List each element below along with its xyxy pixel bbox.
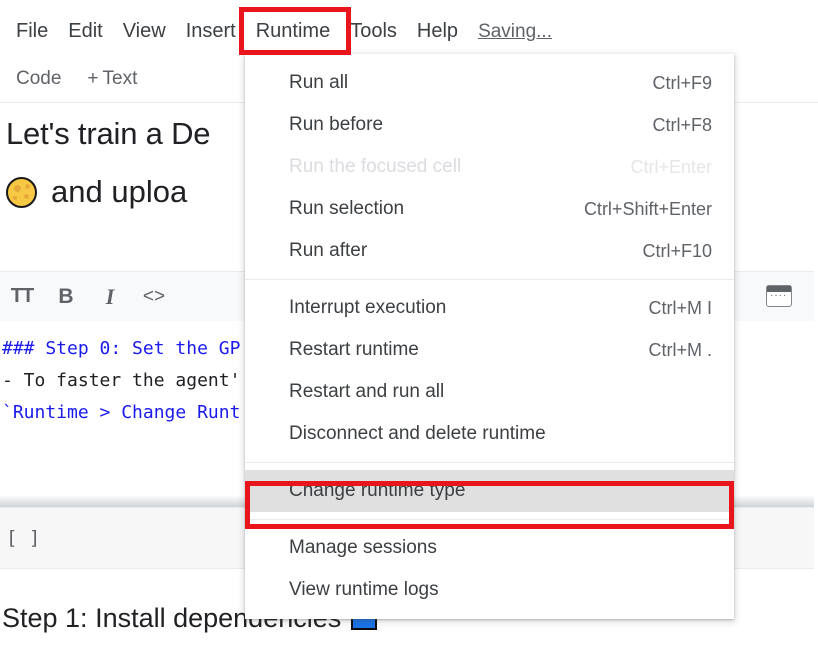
code-icon[interactable]: <> — [132, 286, 176, 308]
menubar-item-view[interactable]: View — [113, 16, 176, 47]
menu-item-disconnect-and-delete-runtime-label: Disconnect and delete runtime — [289, 423, 546, 444]
bold-icon[interactable]: B — [44, 285, 88, 309]
add-code-cell-button[interactable]: Code — [6, 66, 71, 92]
menu-item-run-all[interactable]: Run all Ctrl+F9 — [245, 62, 734, 104]
menu-item-disconnect-and-delete-runtime[interactable]: Disconnect and delete runtime — [245, 413, 734, 455]
menu-item-run-before-shortcut: Ctrl+F8 — [652, 114, 712, 135]
menu-separator-1 — [245, 279, 734, 280]
menu-item-run-all-shortcut: Ctrl+F9 — [652, 72, 712, 93]
menu-item-run-all-label: Run all — [289, 72, 349, 93]
menu-item-interrupt-execution[interactable]: Interrupt execution Ctrl+M I — [245, 287, 734, 329]
add-text-cell-label: Text — [102, 68, 138, 89]
menu-item-run-after[interactable]: Run after Ctrl+F10 — [245, 230, 734, 272]
plus-icon: + — [87, 68, 99, 89]
menubar-item-insert[interactable]: Insert — [176, 16, 246, 47]
menu-item-run-focused-cell: Run the focused cell Ctrl+Enter — [245, 146, 734, 188]
saving-status-link[interactable]: Saving... — [468, 17, 562, 47]
scroll-edge — [814, 103, 818, 659]
menu-item-restart-and-run-all[interactable]: Restart and run all — [245, 371, 734, 413]
top-toolbar-cutoff — [0, 0, 818, 8]
menu-separator-3 — [245, 519, 734, 520]
menu-item-view-runtime-logs[interactable]: View runtime logs — [245, 569, 734, 611]
menu-item-run-after-label: Run after — [289, 240, 368, 261]
runtime-dropdown-menu: Run all Ctrl+F9 Run before Ctrl+F8 Run t… — [245, 54, 734, 619]
menu-item-restart-runtime-shortcut: Ctrl+M . — [648, 339, 712, 360]
menubar-item-help[interactable]: Help — [407, 16, 468, 47]
menu-item-run-selection-label: Run selection — [289, 198, 405, 219]
menu-item-change-runtime-type-label: Change runtime type — [289, 480, 466, 501]
menu-item-run-after-shortcut: Ctrl+F10 — [642, 240, 712, 261]
menu-item-manage-sessions-label: Manage sessions — [289, 537, 437, 558]
menu-item-run-before-label: Run before — [289, 114, 384, 135]
menu-item-restart-and-run-all-label: Restart and run all — [289, 381, 445, 402]
menu-item-interrupt-execution-shortcut: Ctrl+M I — [648, 297, 712, 318]
format-text-icon[interactable]: TT — [0, 285, 44, 308]
menu-item-run-selection[interactable]: Run selection Ctrl+Shift+Enter — [245, 188, 734, 230]
menu-item-run-before[interactable]: Run before Ctrl+F8 — [245, 104, 734, 146]
menubar-item-runtime[interactable]: Runtime — [245, 16, 341, 47]
menu-item-restart-runtime[interactable]: Restart runtime Ctrl+M . — [245, 329, 734, 371]
menubar-item-edit[interactable]: Edit — [58, 16, 112, 47]
italic-icon[interactable]: I — [88, 284, 132, 310]
add-text-cell-button[interactable]: + Text — [77, 66, 147, 92]
menu-separator-2 — [245, 462, 734, 463]
title-line2-text: and uploa — [51, 174, 188, 209]
menubar-item-tools[interactable]: Tools — [340, 16, 407, 47]
markdown-line3-text: `Runtime > Change Runt — [2, 402, 241, 423]
title-text-head: Let's train a De — [6, 116, 211, 151]
menu-item-restart-runtime-label: Restart runtime — [289, 339, 419, 360]
markdown-line1-text: ### Step 0: Set the GP — [2, 338, 241, 359]
menu-item-change-runtime-type[interactable]: Change runtime type — [245, 470, 734, 512]
menubar-item-file[interactable]: File — [6, 16, 58, 47]
markdown-line2-text: - To faster the agent' — [2, 370, 241, 391]
menu-item-run-selection-shortcut: Ctrl+Shift+Enter — [583, 198, 712, 219]
cell-execution-prompt: [ ] — [6, 527, 41, 549]
menu-bar: File Edit View Insert Runtime Tools Help… — [0, 8, 818, 55]
moon-crater-3 — [13, 195, 17, 200]
menu-item-interrupt-execution-label: Interrupt execution — [289, 297, 447, 318]
menu-item-manage-sessions[interactable]: Manage sessions — [245, 527, 734, 569]
menu-item-view-runtime-logs-label: View runtime logs — [289, 579, 439, 600]
view-split-icon[interactable] — [766, 285, 792, 307]
menu-item-run-focused-cell-label: Run the focused cell — [289, 156, 462, 177]
moon-crater-4 — [25, 183, 30, 189]
menu-item-run-focused-cell-shortcut: Ctrl+Enter — [630, 156, 712, 177]
full-moon-emoji-icon — [6, 176, 37, 208]
